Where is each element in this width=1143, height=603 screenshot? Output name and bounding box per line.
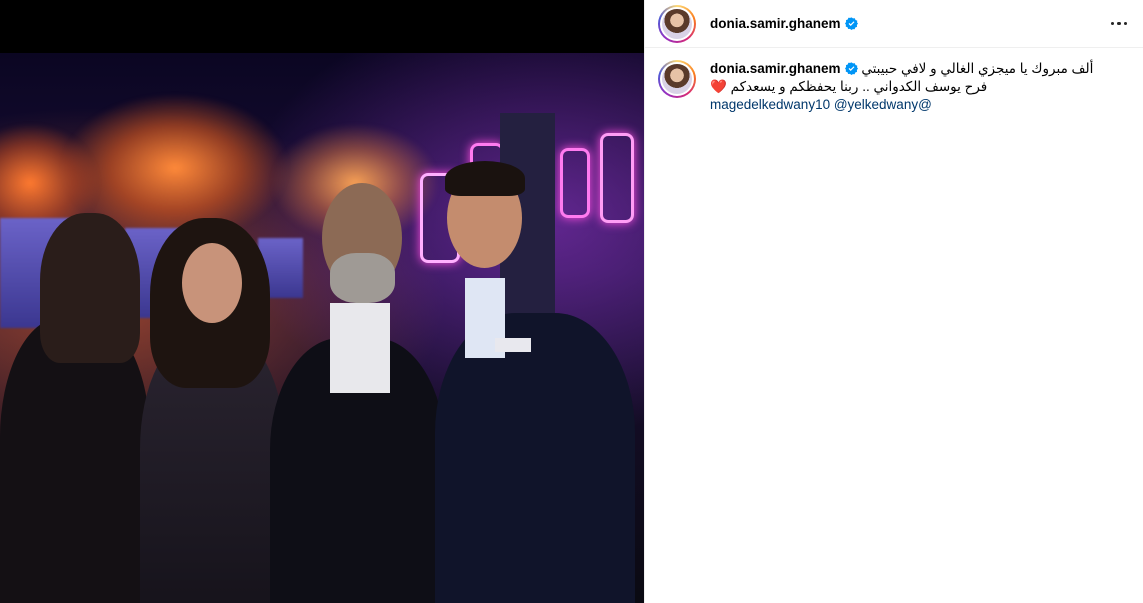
- caption-mentions[interactable]: magedelkedwany10 @yelkedwany@: [710, 97, 932, 112]
- caption-avatar[interactable]: [658, 60, 696, 98]
- heart-emoji: ❤️: [710, 79, 727, 94]
- author-avatar[interactable]: [658, 4, 696, 43]
- caption-line-1: ألف مبروك يا ميجزي الغالي و لافي حبيبتي: [861, 61, 1094, 76]
- post-media[interactable]: [0, 0, 644, 603]
- post-sidebar: donia.samir.ghanem donia.samir.ghanem أل…: [644, 0, 1143, 603]
- verified-badge-icon: [844, 62, 858, 75]
- author-username[interactable]: donia.samir.ghanem: [710, 16, 858, 31]
- verified-badge-icon: [844, 17, 858, 30]
- post-header: donia.samir.ghanem: [645, 0, 1143, 48]
- post-caption: donia.samir.ghanem ألف مبروك يا ميجزي ال…: [645, 48, 1143, 114]
- caption-username[interactable]: donia.samir.ghanem: [710, 61, 858, 76]
- post-photo[interactable]: [0, 53, 644, 603]
- caption-line-2: فرح يوسف الكدواني .. ربنا يحفظكم و يسعدك…: [730, 79, 988, 94]
- more-options-icon[interactable]: [1107, 12, 1131, 36]
